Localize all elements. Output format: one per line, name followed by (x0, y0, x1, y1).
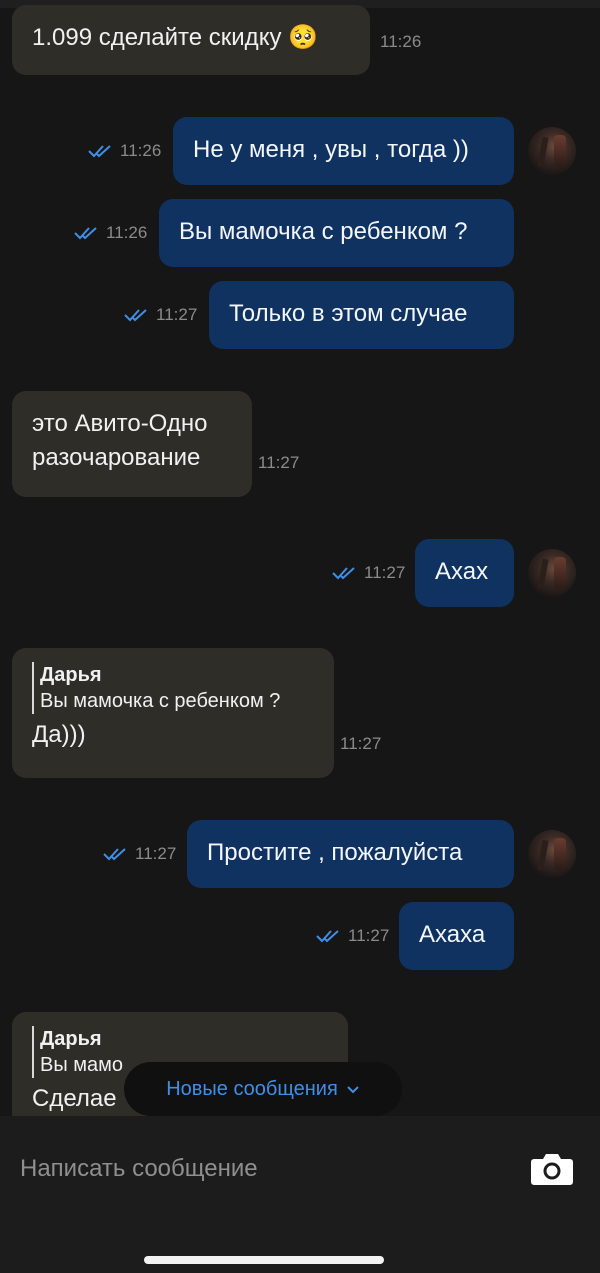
message-text: Простите , пожалуйста (207, 839, 463, 866)
message-meta: 11:26 (74, 223, 147, 243)
message-time: 11:26 (106, 223, 148, 242)
message-incoming[interactable]: 1.099 сделайте скидку 🥺 (12, 5, 370, 75)
double-check-icon (88, 145, 111, 158)
reply-text: Вы мамочка с ребенком ? (40, 690, 281, 712)
home-indicator (144, 1256, 384, 1264)
message-time: 11:27 (364, 563, 406, 582)
composer (0, 1116, 600, 1273)
message-meta: 11:27 (103, 844, 176, 864)
message-incoming-reply[interactable]: Дарья Вы мамочка с ребенком ? Да))) (12, 648, 334, 778)
camera-icon[interactable] (530, 1150, 574, 1186)
message-time: 11:27 (258, 453, 300, 472)
message-meta: 11:26 (88, 141, 161, 161)
reply-quote[interactable]: Дарья Вы мамочка с ребенком ? (32, 662, 314, 714)
double-check-icon (103, 848, 126, 861)
reply-author: Дарья (40, 664, 102, 686)
message-time: 11:27 (135, 844, 177, 863)
message-text: Вы мамочка с ребенком ? (179, 218, 468, 245)
message-outgoing[interactable]: Ахаха (399, 902, 514, 970)
message-text: Ахаха (419, 921, 486, 948)
message-text-line: это Авито-Одно (32, 410, 208, 437)
new-messages-label: Новые сообщения (166, 1077, 338, 1100)
message-list[interactable]: 1.099 сделайте скидку 🥺 11:26 11:26 Не у… (0, 0, 600, 1116)
double-check-icon (124, 309, 147, 322)
message-outgoing[interactable]: Только в этом случае (209, 281, 514, 349)
avatar[interactable] (528, 830, 576, 878)
message-text: 1.099 сделайте скидку 🥺 (32, 24, 319, 51)
reply-author: Дарья (40, 1028, 102, 1050)
double-check-icon (332, 567, 355, 580)
avatar[interactable] (528, 549, 576, 597)
message-time: 11:27 (156, 305, 198, 324)
message-text: Только в этом случае (229, 300, 468, 327)
message-outgoing[interactable]: Не у меня , увы , тогда )) (173, 117, 514, 185)
message-text-line: разочарование (32, 444, 201, 471)
message-meta: 11:27 (124, 305, 197, 325)
avatar[interactable] (528, 127, 576, 175)
message-time: 11:27 (340, 734, 382, 753)
message-outgoing[interactable]: Ахах (415, 539, 514, 607)
message-text: Ахах (435, 558, 489, 585)
message-time: 11:26 (380, 32, 422, 51)
message-incoming[interactable]: это Авито-Одно разочарование (12, 391, 252, 497)
message-text: Да))) (32, 721, 86, 748)
message-input[interactable] (18, 1148, 502, 1190)
message-time: 11:26 (120, 141, 162, 160)
message-outgoing[interactable]: Простите , пожалуйста (187, 820, 514, 888)
message-meta: 11:27 (316, 926, 389, 946)
chevron-down-icon (347, 1086, 359, 1094)
double-check-icon (74, 227, 97, 240)
double-check-icon (316, 930, 339, 943)
message-text: Не у меня , увы , тогда )) (193, 136, 469, 163)
new-messages-button[interactable]: Новые сообщения (124, 1062, 402, 1116)
message-outgoing[interactable]: Вы мамочка с ребенком ? (159, 199, 514, 267)
message-meta: 11:27 (332, 563, 405, 583)
message-time: 11:27 (348, 926, 390, 945)
